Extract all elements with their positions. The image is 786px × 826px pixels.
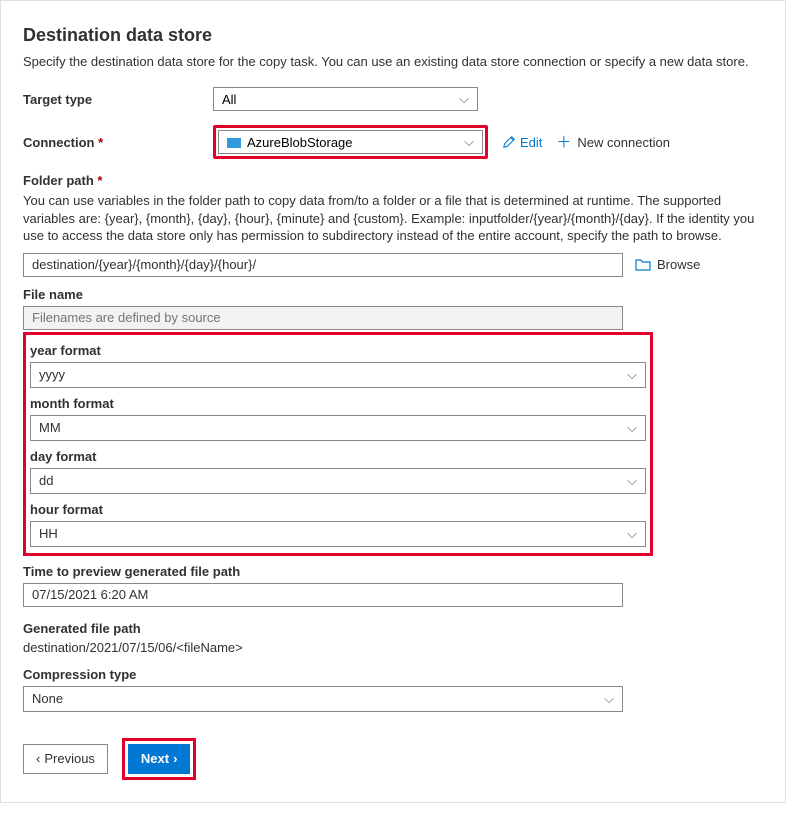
target-type-select[interactable]: All ⌵ — [213, 87, 478, 111]
generated-path-value: destination/2021/07/15/06/<fileName> — [23, 640, 763, 655]
year-format-select[interactable]: yyyy⌵ — [30, 362, 646, 388]
connection-value: AzureBlobStorage — [247, 135, 353, 150]
file-name-label: File name — [23, 287, 763, 302]
day-format-select[interactable]: dd⌵ — [30, 468, 646, 494]
year-format-label: year format — [30, 343, 646, 358]
chevron-left-icon: ‹ — [36, 751, 40, 766]
target-type-label: Target type — [23, 92, 213, 107]
folder-path-input[interactable] — [23, 253, 623, 277]
folder-icon — [635, 258, 651, 271]
folder-path-help: You can use variables in the folder path… — [23, 192, 763, 245]
pencil-icon — [502, 135, 516, 149]
browse-button[interactable]: Browse — [635, 257, 700, 272]
month-format-label: month format — [30, 396, 646, 411]
plus-icon: ＋ — [556, 135, 571, 150]
next-button[interactable]: Next › — [128, 744, 191, 774]
connection-select[interactable]: AzureBlobStorage ⌵ — [218, 130, 483, 154]
file-name-input — [23, 306, 623, 330]
connection-label: Connection * — [23, 135, 213, 150]
new-connection-button[interactable]: ＋ New connection — [556, 135, 670, 150]
page-title: Destination data store — [23, 25, 763, 46]
highlight-format-group: year format yyyy⌵ month format MM⌵ day f… — [23, 332, 653, 556]
hour-format-select[interactable]: HH⌵ — [30, 521, 646, 547]
highlight-next: Next › — [122, 738, 197, 780]
chevron-down-icon: ⌵ — [627, 420, 637, 436]
chevron-down-icon: ⌵ — [604, 691, 614, 707]
generated-path-label: Generated file path — [23, 621, 763, 636]
page-description: Specify the destination data store for t… — [23, 54, 763, 69]
chevron-down-icon: ⌵ — [627, 473, 637, 489]
preview-time-input[interactable] — [23, 583, 623, 607]
compression-select[interactable]: None⌵ — [23, 686, 623, 712]
preview-time-label: Time to preview generated file path — [23, 564, 763, 579]
chevron-down-icon: ⌵ — [459, 91, 469, 107]
storage-icon — [227, 138, 241, 148]
chevron-down-icon: ⌵ — [464, 134, 474, 150]
hour-format-label: hour format — [30, 502, 646, 517]
month-format-select[interactable]: MM⌵ — [30, 415, 646, 441]
folder-path-label: Folder path * — [23, 173, 763, 188]
compression-label: Compression type — [23, 667, 763, 682]
edit-connection-button[interactable]: Edit — [502, 135, 542, 150]
chevron-right-icon: › — [173, 751, 177, 766]
highlight-connection: AzureBlobStorage ⌵ — [213, 125, 488, 159]
target-type-value: All — [222, 92, 236, 107]
chevron-down-icon: ⌵ — [627, 526, 637, 542]
day-format-label: day format — [30, 449, 646, 464]
previous-button[interactable]: ‹ Previous — [23, 744, 108, 774]
destination-data-store-panel: Destination data store Specify the desti… — [0, 0, 786, 803]
chevron-down-icon: ⌵ — [627, 367, 637, 383]
